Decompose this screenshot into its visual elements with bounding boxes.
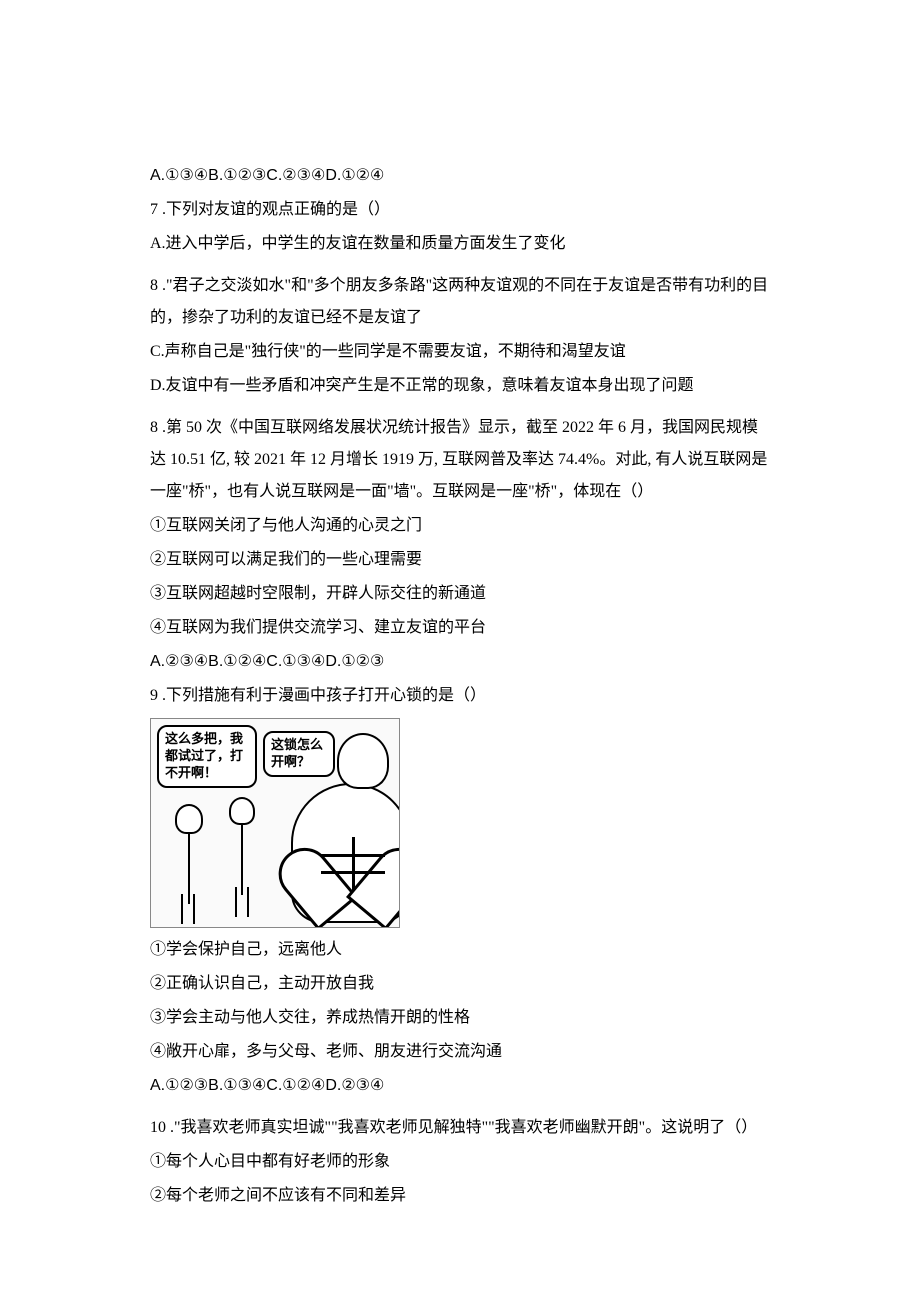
child2-body: [241, 825, 243, 895]
q7-stem: 7 .下列对友谊的观点正确的是（）: [150, 194, 770, 226]
child2-legs: [235, 887, 249, 917]
q8-statement-2: ②互联网可以满足我们的一些心理需要: [150, 544, 770, 576]
q7-option-c[interactable]: C.声称自己是"独行侠"的一些同学是不需要友谊，不期待和渴望友谊: [150, 336, 770, 368]
q9-statement-3: ③学会主动与他人交往，养成热情开朗的性格: [150, 1002, 770, 1034]
child2-head: [229, 797, 255, 825]
q9-cartoon-image: 这么多把，我都试过了，打不开啊！ 这锁怎么开啊？: [150, 718, 400, 928]
q7-option-d[interactable]: D.友谊中有一些矛盾和冲突产生是不正常的现象，意味着友谊本身出现了问题: [150, 370, 770, 402]
q8-statement-1: ①互联网关闭了与他人沟通的心灵之门: [150, 510, 770, 542]
q8-stem: 8 .第 50 次《中国互联网络发展状况统计报告》显示，截至 2022 年 6 …: [150, 412, 770, 508]
q9-statement-1: ①学会保护自己，远离他人: [150, 934, 770, 966]
q8-statement-3: ③互联网超越时空限制，开辟人际交往的新通道: [150, 578, 770, 610]
q6-options[interactable]: A.①③④B.①②③C.②③④D.①②④: [150, 160, 770, 192]
speech-bubble-1: 这么多把，我都试过了，打不开啊！: [157, 725, 257, 788]
q10-stem: 10 ."我喜欢老师真实坦诚""我喜欢老师见解独特""我喜欢老师幽默开朗"。这说…: [150, 1112, 770, 1144]
q10-statement-1: ①每个人心目中都有好老师的形象: [150, 1146, 770, 1178]
q9-statement-2: ②正确认识自己，主动开放自我: [150, 968, 770, 1000]
q9-stem: 9 .下列措施有利于漫画中孩子打开心锁的是（）: [150, 680, 770, 712]
q9-statement-4: ④敞开心扉，多与父母、老师、朋友进行交流沟通: [150, 1036, 770, 1068]
q7-option-b[interactable]: 8 ."君子之交淡如水"和"多个朋友多条路"这两种友谊观的不同在于友谊是否带有功…: [150, 270, 770, 334]
q8-options[interactable]: A.②③④B.①②④C.①③④D.①②③: [150, 646, 770, 678]
q7-option-a[interactable]: A.进入中学后，中学生的友谊在数量和质量方面发生了变化: [150, 228, 770, 260]
adult-head: [337, 733, 389, 789]
child1-head: [175, 804, 203, 834]
q8-statement-4: ④互联网为我们提供交流学习、建立友谊的平台: [150, 612, 770, 644]
child1-legs: [181, 894, 195, 924]
q10-statement-2: ②每个老师之间不应该有不同和差异: [150, 1180, 770, 1212]
lock-grid-icon: [321, 837, 385, 891]
speech-bubble-2: 这锁怎么开啊？: [263, 731, 335, 777]
q9-options[interactable]: A.①②③B.①③④C.①②④D.②③④: [150, 1070, 770, 1102]
